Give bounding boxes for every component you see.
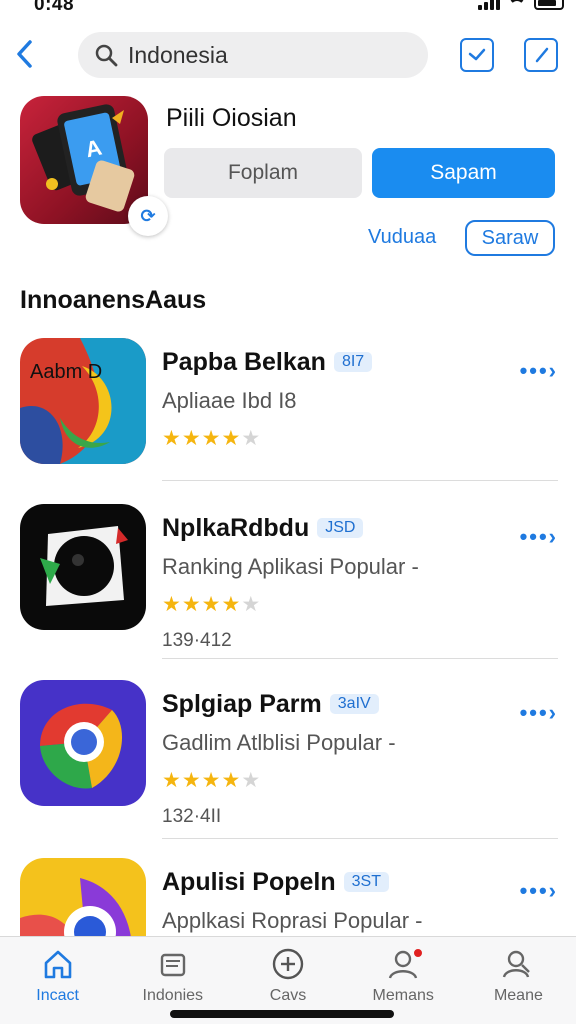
app-name: NplkaRdbdu JSD <box>162 514 364 543</box>
more-options-button[interactable]: •••› <box>520 524 558 550</box>
app-tag: 3aIV <box>329 694 379 714</box>
app-logo-icon: Aabm D <box>20 338 146 464</box>
list-item[interactable]: Splgiap Parm 3aIV Gadlim Atlblisi Popular… <box>0 680 576 858</box>
app-name: Splgiap Parm 3aIV <box>162 690 379 719</box>
app-tag: 3ST <box>343 872 389 892</box>
more-options-button[interactable]: •••› <box>520 878 558 904</box>
star-rating: ★★★★★ <box>162 427 262 450</box>
svg-text:Aabm D: Aabm D <box>30 361 102 383</box>
home-icon <box>44 950 71 979</box>
rating-count: 139·412 <box>162 630 232 651</box>
battery-icon <box>534 0 564 10</box>
app-subtitle: Ranking Aplikasi Popular - <box>162 554 419 579</box>
status-time: 0:48 <box>34 0 75 15</box>
list-item[interactable]: Aabm D Papba Belkan 8I7 Apliaae Ibd I8 ★★… <box>0 338 576 516</box>
check-icon <box>468 48 486 61</box>
divider <box>162 480 558 481</box>
notification-badge <box>411 947 424 959</box>
search-input[interactable] <box>128 41 408 69</box>
status-bar: 0:48 <box>0 0 576 18</box>
phone-illustration-icon: A <box>32 104 135 212</box>
featured-app-title: Piili Oiosian <box>166 104 297 132</box>
wifi-icon <box>508 0 526 10</box>
tab-label: Cavs <box>269 987 307 1004</box>
more-options-button[interactable]: •••› <box>520 700 558 726</box>
search-bar[interactable] <box>78 32 428 78</box>
app-logo-icon <box>20 504 146 630</box>
app-tag: 8I7 <box>333 352 373 372</box>
tab-home[interactable]: Incact <box>0 937 115 1024</box>
featured-app-icon[interactable]: A <box>20 96 148 224</box>
edit-button[interactable] <box>524 38 558 72</box>
signal-icon <box>478 0 500 10</box>
cards-icon <box>160 953 185 977</box>
section-title: InnoanensAaus <box>20 286 207 314</box>
app-subtitle: Applkasi Roprasi Popular - <box>162 908 423 933</box>
more-options-button[interactable]: •••› <box>520 358 558 384</box>
secondary-action-button[interactable]: Foplam <box>164 148 362 198</box>
tab-label: Meane <box>493 987 543 1004</box>
tab-search-people[interactable]: Meane <box>461 937 576 1024</box>
app-icon: Aabm D <box>20 338 146 464</box>
search-icon <box>95 44 118 67</box>
plus-circle-icon <box>272 948 304 980</box>
back-button[interactable] <box>10 36 40 72</box>
star-rating: ★★★★★ <box>162 769 262 792</box>
app-subtitle: Gadlim Atlblisi Popular - <box>162 730 396 755</box>
app-subtitle: Apliaae Ibd I8 <box>162 388 297 413</box>
featured-link[interactable]: Vuduaa <box>368 226 436 249</box>
divider <box>162 838 558 839</box>
tab-label: Incact <box>36 987 79 1004</box>
rating-count: 132·4II <box>162 806 222 827</box>
app-name: Apulisi Popeln 3ST <box>162 868 389 897</box>
app-icon <box>20 680 146 806</box>
star-rating: ★★★★★ <box>162 593 262 616</box>
tab-label: Memans <box>372 987 434 1004</box>
outline-action-button[interactable]: Saraw <box>465 220 555 256</box>
app-tag: JSD <box>317 518 364 538</box>
chevron-left-icon <box>17 40 32 68</box>
search-person-icon <box>503 950 531 978</box>
app-logo-icon <box>20 680 146 806</box>
tab-label: Indonies <box>142 987 204 1004</box>
app-name: Papba Belkan 8I7 <box>162 348 373 377</box>
top-navigation <box>0 30 576 80</box>
divider <box>162 658 558 659</box>
checkbox-button[interactable] <box>460 38 494 72</box>
status-icons <box>478 0 564 10</box>
edit-icon <box>535 47 549 63</box>
refresh-badge-icon: ⟳ <box>128 196 168 236</box>
featured-app: A ⟳ Piili Oiosian Foplam Sapam Vuduaa Sa… <box>20 96 560 266</box>
app-icon <box>20 504 146 630</box>
home-indicator <box>170 1010 394 1018</box>
list-item[interactable]: NplkaRdbdu JSD Ranking Aplikasi Popular -… <box>0 504 576 682</box>
primary-action-button[interactable]: Sapam <box>372 148 555 198</box>
